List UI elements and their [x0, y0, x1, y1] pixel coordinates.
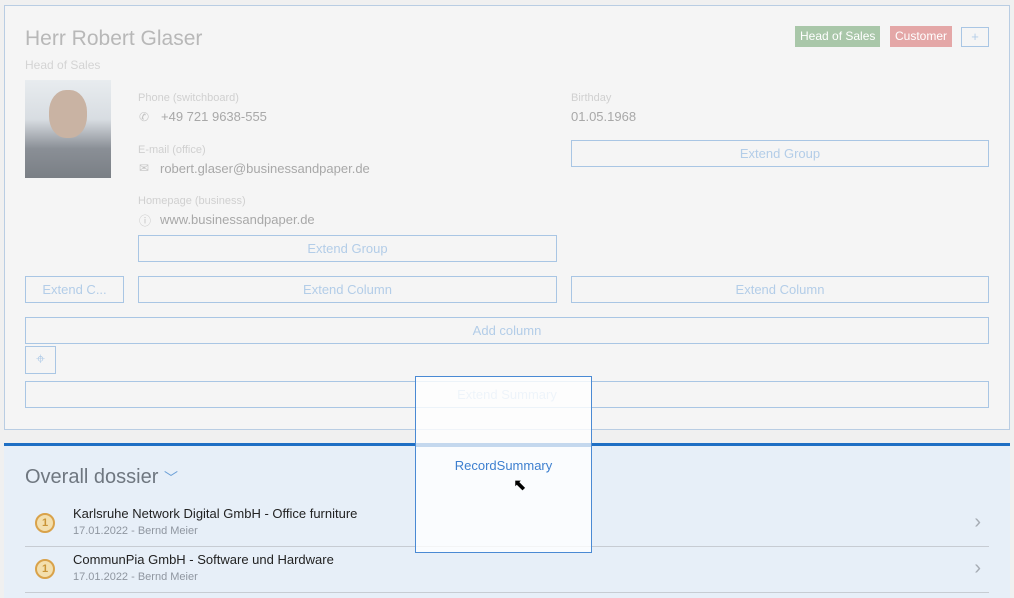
extend-column-button-small[interactable]: Extend C... [25, 276, 124, 303]
drag-label: RecordSummary [416, 458, 591, 473]
chevron-right-icon: › [974, 511, 981, 534]
homepage-value[interactable]: www.businessandpaper.de [160, 212, 315, 227]
item-title: CommunPia GmbH - Software und Hardware [73, 552, 334, 567]
dossier-title-text: Overall dossier [25, 466, 158, 488]
phone-label: Phone (switchboard) [138, 92, 239, 104]
cursor-icon: ⬉ [513, 475, 526, 495]
info-icon: ⓘ [139, 212, 151, 229]
item-title: Karlsruhe Network Digital GmbH - Office … [73, 506, 357, 521]
add-column-button[interactable]: Add column [25, 317, 989, 344]
drag-preview[interactable]: RecordSummary ⬉ [415, 376, 592, 553]
priority-badge: 1 [35, 559, 55, 579]
birthday-value: 01.05.1968 [571, 109, 636, 124]
chevron-down-icon: ﹀ [164, 470, 178, 486]
item-subtitle: 17.01.2022 - Bernd Meier [73, 571, 198, 583]
mail-icon: ✉ [139, 161, 149, 175]
contact-card [4, 5, 1010, 430]
add-tag-button[interactable]: + [961, 27, 989, 47]
contact-photo [25, 80, 111, 178]
drag-divider [416, 443, 591, 447]
face [49, 90, 87, 138]
birthday-label: Birthday [571, 92, 611, 104]
phone-icon: ✆ [139, 110, 149, 124]
extend-group-button[interactable]: Extend Group [138, 235, 557, 262]
chevron-right-icon: › [974, 557, 981, 580]
extend-column-button[interactable]: Extend Column [138, 276, 557, 303]
email-label: E-mail (office) [138, 144, 206, 156]
tag-customer[interactable]: Customer [890, 26, 952, 47]
phone-value[interactable]: +49 721 9638-555 [161, 109, 267, 124]
extend-group-button-right[interactable]: Extend Group [571, 140, 989, 167]
priority-badge: 1 [35, 513, 55, 533]
dossier-title[interactable]: Overall dossier ﹀ [25, 466, 178, 489]
map-pin-icon[interactable]: ⌖ [25, 346, 56, 374]
extend-column-button-right[interactable]: Extend Column [571, 276, 989, 303]
tag-head-of-sales[interactable]: Head of Sales [795, 26, 880, 47]
homepage-label: Homepage (business) [138, 195, 246, 207]
contact-role: Head of Sales [25, 58, 100, 72]
contact-name: Herr Robert Glaser [25, 27, 202, 51]
email-value[interactable]: robert.glaser@businessandpaper.de [160, 161, 370, 176]
list-item[interactable]: 1 CommunPia GmbH - Software und Hardware… [25, 547, 989, 593]
item-subtitle: 17.01.2022 - Bernd Meier [73, 525, 198, 537]
